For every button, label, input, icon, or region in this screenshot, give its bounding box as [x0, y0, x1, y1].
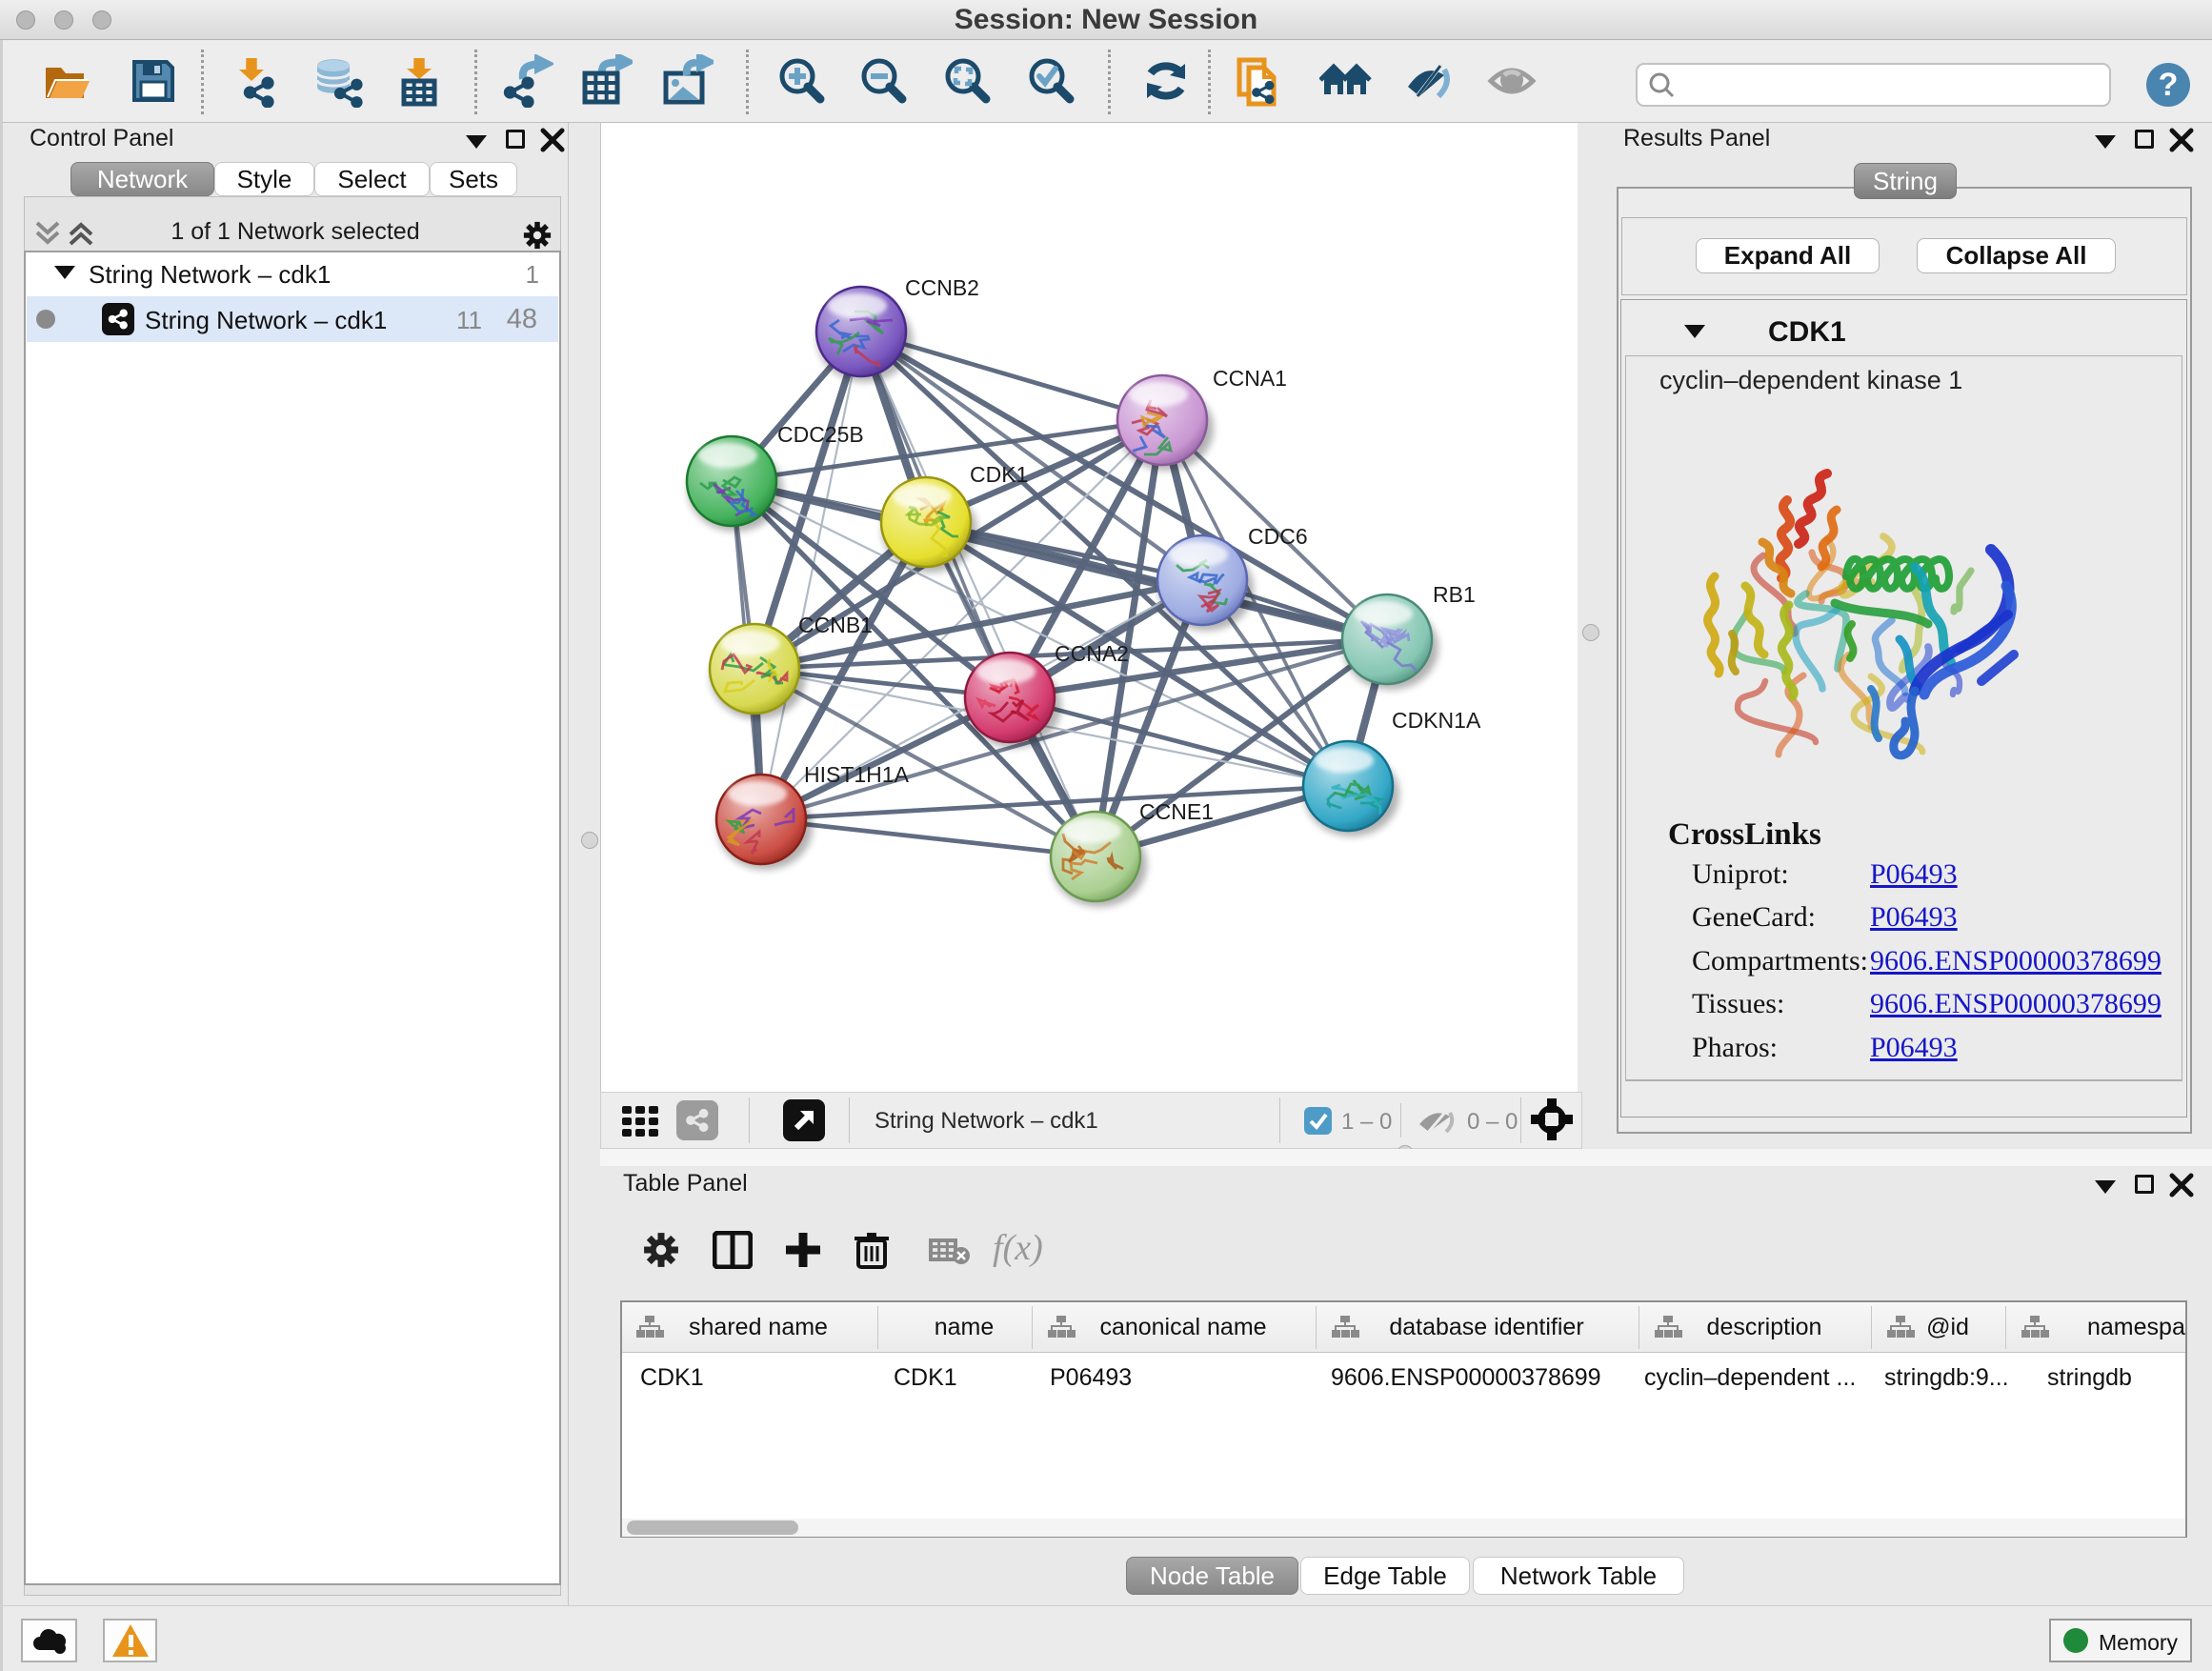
svg-text:CCNB2: CCNB2	[905, 275, 979, 300]
svg-text:HIST1H1A: HIST1H1A	[804, 762, 910, 787]
svg-text:RB1: RB1	[1433, 582, 1476, 607]
svg-text:CDKN1A: CDKN1A	[1392, 708, 1481, 733]
svg-text:CDK1: CDK1	[970, 462, 1028, 487]
svg-text:CCNE1: CCNE1	[1139, 799, 1214, 824]
svg-text:CDC25B: CDC25B	[777, 422, 864, 447]
svg-text:CCNA2: CCNA2	[1055, 641, 1129, 666]
svg-text:CDC6: CDC6	[1248, 524, 1308, 549]
svg-text:CCNB1: CCNB1	[798, 613, 873, 637]
svg-text:CCNA1: CCNA1	[1213, 366, 1287, 391]
